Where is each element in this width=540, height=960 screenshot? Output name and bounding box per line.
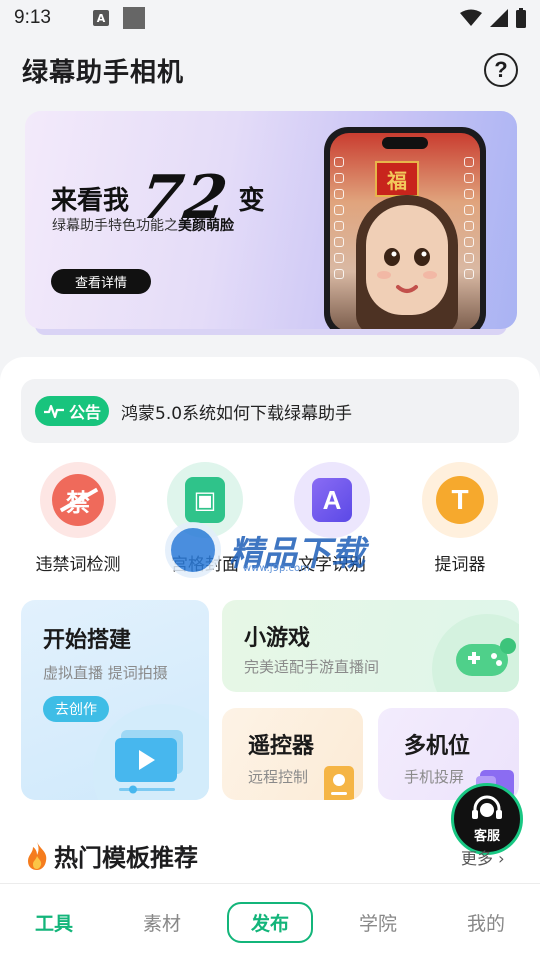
- grid-cover-glyph: ▣: [193, 486, 217, 514]
- nav-tools[interactable]: 工具: [0, 909, 108, 936]
- nav-academy[interactable]: 学院: [324, 909, 432, 936]
- banner-subtitle: 绿幕助手特色功能之美颜萌脸: [52, 215, 234, 235]
- banner-headline-suffix: 变: [238, 185, 265, 216]
- notice-text: 鸿蒙5.0系统如何下载绿幕助手: [121, 403, 353, 424]
- fire-icon: [28, 841, 47, 870]
- video-play-icon: [115, 730, 183, 794]
- view-details-button[interactable]: 查看详情: [51, 269, 151, 294]
- more-link[interactable]: 更多 ›: [461, 845, 505, 869]
- mini-games-subtitle: 完美适配手游直播间: [244, 658, 380, 676]
- avatar-face: [366, 205, 448, 315]
- nav-mine[interactable]: 我的: [432, 909, 540, 936]
- start-building-subtitle: 虚拟直播 提词拍摄: [43, 664, 168, 682]
- fu-decoration: 福: [375, 161, 419, 197]
- tool-label: 违禁词检测: [35, 555, 121, 575]
- nav-materials[interactable]: 素材: [108, 909, 216, 936]
- tool-label: 提词器: [434, 555, 486, 575]
- start-building-card[interactable]: 开始搭建 虚拟直播 提词拍摄 去创作: [21, 600, 209, 800]
- notice-badge: 公告: [35, 396, 110, 426]
- title-bar: 绿幕助手相机 ?: [0, 40, 540, 100]
- phone-screen: 福: [330, 133, 480, 329]
- status-right: [460, 8, 526, 28]
- notice-badge-label: 公告: [69, 403, 102, 422]
- avatar-face-features-icon: [377, 248, 437, 293]
- gamepad-icon: [456, 638, 516, 676]
- more-link-label: 更多: [461, 849, 494, 868]
- bottom-nav: 工具 素材 发布 学院 我的: [0, 883, 540, 960]
- nav-publish-label: 发布: [226, 901, 313, 943]
- phone-right-icons: [464, 157, 476, 279]
- help-icon[interactable]: ?: [484, 53, 518, 87]
- battery-icon: [516, 8, 526, 28]
- nav-publish[interactable]: 发布: [216, 901, 324, 943]
- go-create-button[interactable]: 去创作: [43, 696, 109, 722]
- notification-a-icon: A: [92, 10, 109, 26]
- tool-label: 文字识别: [298, 555, 366, 575]
- banner-subtitle-prefix: 绿幕助手特色功能之: [52, 218, 178, 234]
- phone-left-icons: [334, 157, 346, 279]
- tools-row: 禁 违禁词检测 ▣ 宫格封面 A 文字识别 T 提词器: [0, 462, 540, 582]
- pulse-icon: [44, 404, 64, 419]
- start-building-title: 开始搭建: [43, 628, 132, 653]
- mini-games-card[interactable]: 小游戏 完美适配手游直播间: [222, 600, 519, 692]
- remote-control-card[interactable]: 遥控器 远程控制: [222, 708, 363, 800]
- teleprompter-icon: T: [422, 462, 498, 538]
- remote-icon: [324, 766, 354, 800]
- phone-mockup: 福: [324, 127, 486, 329]
- headset-icon: [472, 795, 502, 819]
- tool-grid-cover[interactable]: ▣ 宫格封面: [145, 462, 265, 575]
- signal-icon: [490, 9, 508, 27]
- banned-words-icon: 禁: [40, 462, 116, 538]
- tool-banned-words[interactable]: 禁 违禁词检测: [18, 462, 138, 575]
- remote-control-title: 遥控器: [248, 734, 315, 759]
- notification-square-icon: [122, 7, 145, 29]
- tool-teleprompter[interactable]: T 提词器: [400, 462, 520, 575]
- multi-camera-title: 多机位: [404, 734, 471, 759]
- remote-control-subtitle: 远程控制: [248, 768, 309, 786]
- teleprompter-glyph: T: [451, 484, 469, 515]
- chevron-right-icon: ›: [498, 849, 505, 868]
- grid-cover-icon: ▣: [167, 462, 243, 538]
- text-ocr-icon: A: [294, 462, 370, 538]
- banner-subtitle-bold: 美颜萌脸: [178, 218, 234, 234]
- status-bar: 9:13 A: [0, 0, 540, 36]
- tool-text-ocr[interactable]: A 文字识别: [272, 462, 392, 575]
- promo-banner[interactable]: 来看我 72 变 绿幕助手特色功能之美颜萌脸 查看详情 福: [25, 111, 517, 329]
- customer-service-label: 客服: [473, 828, 500, 844]
- wifi-icon: [460, 9, 482, 26]
- app-title: 绿幕助手相机: [22, 57, 185, 88]
- hot-templates-header: 热门模板推荐: [24, 838, 198, 873]
- phone-notch: [382, 137, 428, 149]
- text-ocr-glyph: A: [322, 484, 342, 515]
- status-time: 9:13: [14, 7, 51, 28]
- hot-templates-title: 热门模板推荐: [54, 844, 198, 872]
- multi-camera-subtitle: 手机投屏: [404, 768, 465, 786]
- mini-games-title: 小游戏: [244, 626, 311, 651]
- notice-bar[interactable]: 公告 鸿蒙5.0系统如何下载绿幕助手: [21, 379, 519, 443]
- banner-headline-prefix: 来看我: [51, 185, 130, 216]
- tool-label: 宫格封面: [171, 555, 239, 575]
